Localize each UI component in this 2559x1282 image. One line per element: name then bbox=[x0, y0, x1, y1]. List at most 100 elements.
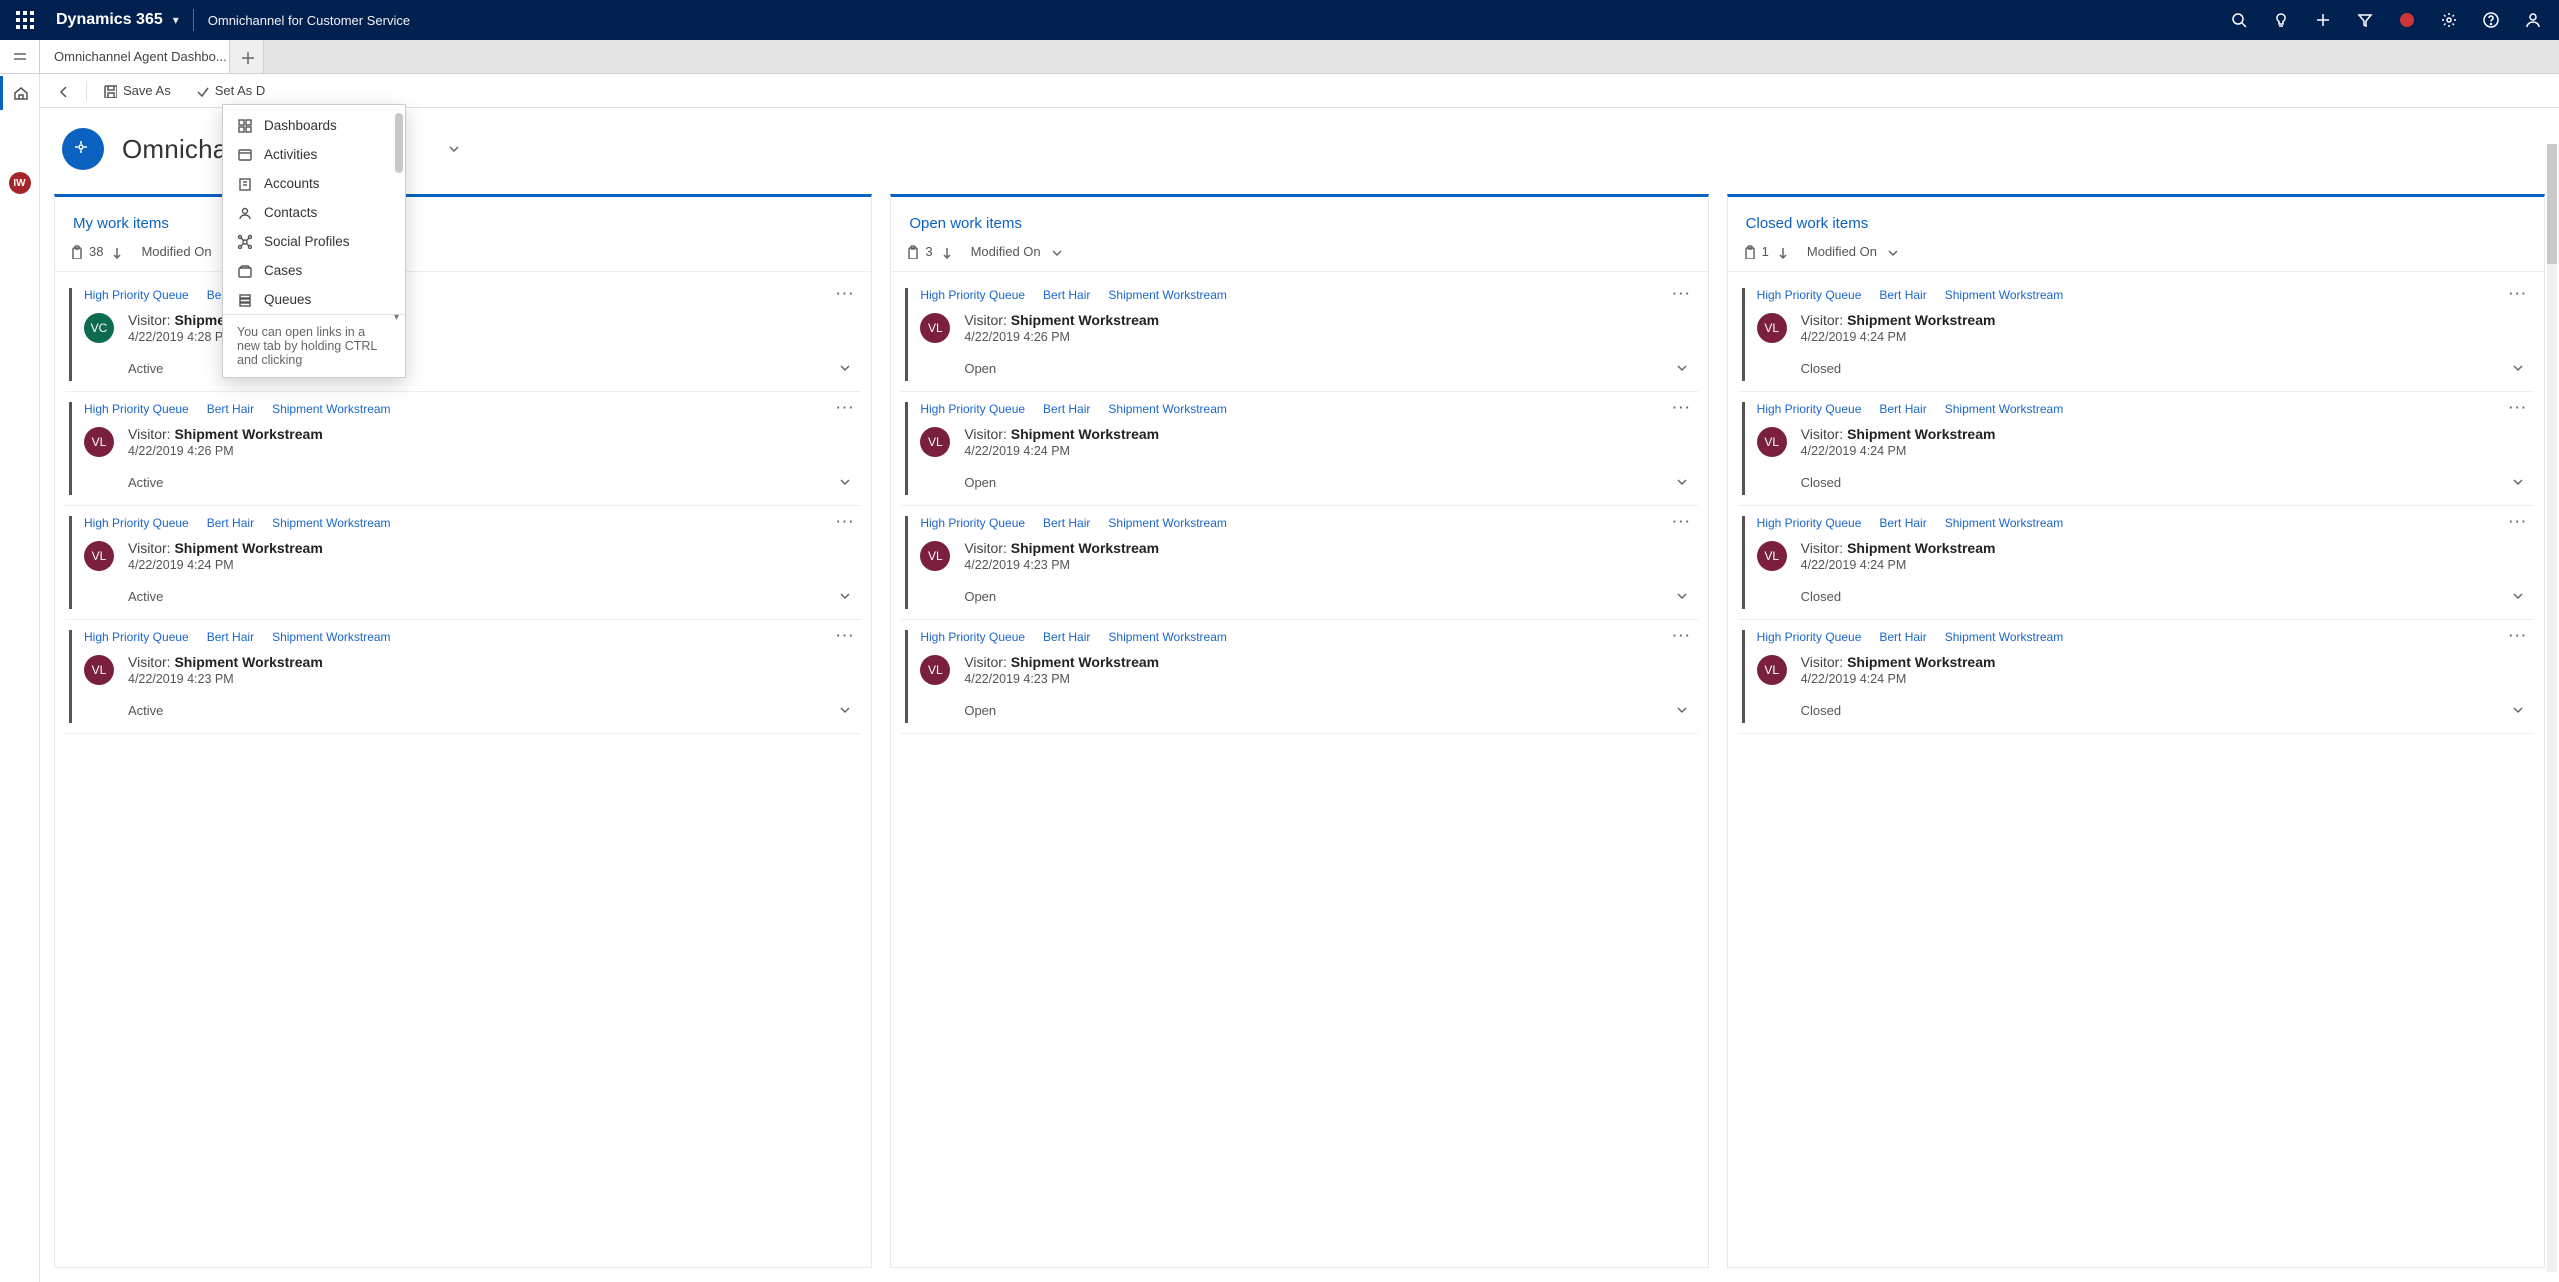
owner-link[interactable]: Bert Hair bbox=[207, 402, 254, 416]
app-launcher-icon[interactable] bbox=[8, 3, 42, 37]
work-item-card[interactable]: ··· High Priority Queue Bert Hair Shipment … bbox=[901, 620, 1697, 734]
back-button[interactable] bbox=[46, 74, 80, 108]
card-expand-button[interactable] bbox=[1670, 698, 1692, 723]
queue-link[interactable]: High Priority Queue bbox=[84, 630, 189, 644]
card-more-button[interactable]: ··· bbox=[2509, 514, 2528, 529]
card-expand-button[interactable] bbox=[2506, 698, 2528, 723]
workstream-link[interactable]: Shipment Workstream bbox=[1945, 630, 2063, 644]
owner-link[interactable]: Bert Hair bbox=[1879, 288, 1926, 302]
work-item-card[interactable]: ··· High Priority Queue Bert Hair Shipment … bbox=[1738, 620, 2534, 734]
queue-link[interactable]: High Priority Queue bbox=[920, 516, 1025, 530]
save-as-button[interactable]: Save As bbox=[93, 74, 181, 108]
card-more-button[interactable]: ··· bbox=[1673, 514, 1692, 529]
card-expand-button[interactable] bbox=[833, 698, 855, 723]
card-more-button[interactable]: ··· bbox=[2509, 286, 2528, 301]
workstream-link[interactable]: Shipment Workstream bbox=[1108, 516, 1226, 530]
menu-item-activities[interactable]: Activities bbox=[223, 140, 405, 169]
queue-link[interactable]: High Priority Queue bbox=[920, 630, 1025, 644]
queue-link[interactable]: High Priority Queue bbox=[1757, 402, 1862, 416]
card-expand-button[interactable] bbox=[1670, 470, 1692, 495]
brand-switcher[interactable]: Dynamics 365 ▾ bbox=[56, 11, 179, 29]
advanced-filter-button[interactable] bbox=[2347, 0, 2383, 40]
queue-link[interactable]: High Priority Queue bbox=[920, 288, 1025, 302]
queue-link[interactable]: High Priority Queue bbox=[1757, 288, 1862, 302]
help-button[interactable] bbox=[2473, 0, 2509, 40]
owner-link[interactable]: Bert Hair bbox=[207, 516, 254, 530]
queue-link[interactable]: High Priority Queue bbox=[84, 402, 189, 416]
card-more-button[interactable]: ··· bbox=[1673, 628, 1692, 643]
card-expand-button[interactable] bbox=[833, 584, 855, 609]
work-item-card[interactable]: ··· High Priority Queue Bert Hair Shipment … bbox=[65, 392, 861, 506]
queue-link[interactable]: High Priority Queue bbox=[84, 516, 189, 530]
work-item-card[interactable]: ···High Priority QueueBert HairShipment … bbox=[1738, 278, 2534, 392]
owner-link[interactable]: Bert Hair bbox=[1043, 630, 1090, 644]
card-expand-button[interactable] bbox=[2506, 356, 2528, 381]
menu-item-contacts[interactable]: Contacts bbox=[223, 198, 405, 227]
queue-link[interactable]: High Priority Queue bbox=[84, 288, 189, 302]
card-expand-button[interactable] bbox=[833, 356, 855, 381]
quick-create-button[interactable] bbox=[2305, 0, 2341, 40]
workstream-link[interactable]: Shipment Workstream bbox=[272, 402, 390, 416]
owner-link[interactable]: Bert Hair bbox=[1043, 402, 1090, 416]
work-item-card[interactable]: ···High Priority QueueBert HairShipment … bbox=[65, 620, 861, 734]
work-item-card[interactable]: ··· High Priority Queue Bert Hair Shipment … bbox=[901, 278, 1697, 392]
card-more-button[interactable]: ··· bbox=[836, 628, 855, 643]
assistant-button[interactable] bbox=[2263, 0, 2299, 40]
sort-down-icon[interactable] bbox=[109, 245, 123, 259]
card-more-button[interactable]: ··· bbox=[2509, 400, 2528, 415]
card-expand-button[interactable] bbox=[1670, 584, 1692, 609]
search-button[interactable] bbox=[2221, 0, 2257, 40]
workstream-link[interactable]: Shipment Workstream bbox=[1108, 630, 1226, 644]
session-tab[interactable]: Omnichannel Agent Dashbo... bbox=[40, 40, 230, 73]
work-item-card[interactable]: ··· High Priority Queue Bert Hair Shipment … bbox=[901, 506, 1697, 620]
owner-link[interactable]: Bert Hair bbox=[1879, 630, 1926, 644]
card-expand-button[interactable] bbox=[833, 470, 855, 495]
card-more-button[interactable]: ··· bbox=[2509, 628, 2528, 643]
sort-down-icon[interactable] bbox=[939, 245, 953, 259]
sort-down-icon[interactable] bbox=[1775, 245, 1789, 259]
card-more-button[interactable]: ··· bbox=[1673, 286, 1692, 301]
owner-link[interactable]: Bert Hair bbox=[1043, 516, 1090, 530]
work-item-card[interactable]: ···High Priority QueueBert HairShipment … bbox=[65, 278, 861, 392]
card-expand-button[interactable] bbox=[2506, 470, 2528, 495]
sort-picker[interactable]: Modified On bbox=[971, 244, 1063, 259]
set-default-button[interactable]: Set As D bbox=[185, 74, 276, 108]
card-more-button[interactable]: ··· bbox=[836, 514, 855, 529]
queue-link[interactable]: High Priority Queue bbox=[1757, 630, 1862, 644]
menu-item-queues[interactable]: Queues bbox=[223, 285, 405, 314]
workstream-link[interactable]: Shipment Workstream bbox=[1945, 516, 2063, 530]
menu-item-cases[interactable]: Cases bbox=[223, 256, 405, 285]
menu-more-caret[interactable]: ▾ bbox=[394, 312, 399, 323]
owner-link[interactable]: Bert Hair bbox=[1043, 288, 1090, 302]
menu-item-accounts[interactable]: Accounts bbox=[223, 169, 405, 198]
menu-scrollbar[interactable] bbox=[395, 113, 403, 173]
owner-link[interactable]: Bert Hair bbox=[207, 630, 254, 644]
new-tab-button[interactable] bbox=[230, 40, 264, 73]
work-item-card[interactable]: ··· High Priority Queue Bert Hair Shipment … bbox=[65, 506, 861, 620]
sort-picker[interactable]: Modified On bbox=[1807, 244, 1899, 259]
menu-item-social-profiles[interactable]: Social Profiles bbox=[223, 227, 405, 256]
account-button[interactable] bbox=[2515, 0, 2551, 40]
work-item-card[interactable]: ···High Priority QueueBert HairShipment … bbox=[901, 392, 1697, 506]
dashboard-picker[interactable] bbox=[438, 137, 468, 162]
workstream-link[interactable]: Shipment Workstream bbox=[1945, 402, 2063, 416]
owner-link[interactable]: Bert Hair bbox=[1879, 516, 1926, 530]
owner-link[interactable]: Bert Hair bbox=[1879, 402, 1926, 416]
card-expand-button[interactable] bbox=[2506, 584, 2528, 609]
card-more-button[interactable]: ··· bbox=[836, 286, 855, 301]
presence-indicator[interactable] bbox=[2389, 0, 2425, 40]
work-item-card[interactable]: ··· High Priority Queue Bert Hair Shipment … bbox=[1738, 392, 2534, 506]
home-session-button[interactable] bbox=[0, 76, 40, 110]
card-more-button[interactable]: ··· bbox=[1673, 400, 1692, 415]
menu-item-dashboards[interactable]: Dashboards bbox=[223, 111, 405, 140]
nav-toggle-button[interactable] bbox=[0, 40, 40, 73]
queue-link[interactable]: High Priority Queue bbox=[1757, 516, 1862, 530]
agent-badge[interactable]: IW bbox=[9, 172, 31, 194]
workstream-link[interactable]: Shipment Workstream bbox=[1108, 288, 1226, 302]
page-scrollbar[interactable] bbox=[2547, 144, 2557, 1272]
workstream-link[interactable]: Shipment Workstream bbox=[1108, 402, 1226, 416]
settings-button[interactable] bbox=[2431, 0, 2467, 40]
work-item-card[interactable]: ··· High Priority Queue Bert Hair Shipment … bbox=[1738, 506, 2534, 620]
card-more-button[interactable]: ··· bbox=[836, 400, 855, 415]
workstream-link[interactable]: Shipment Workstream bbox=[272, 516, 390, 530]
